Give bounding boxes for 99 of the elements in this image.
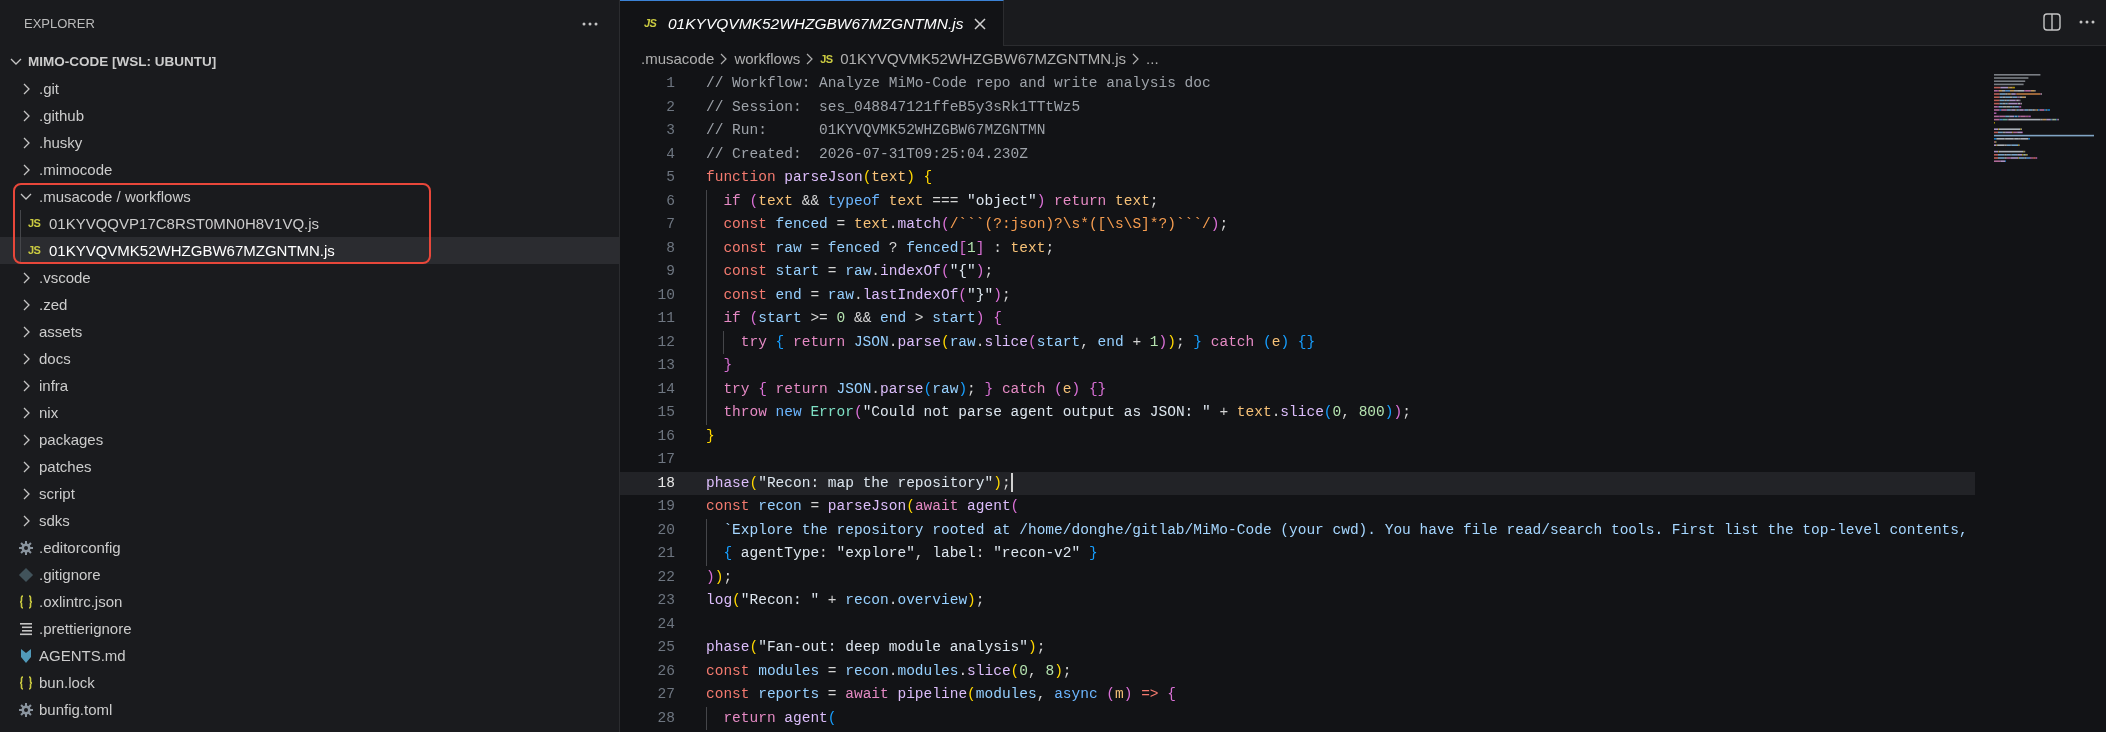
text-cursor <box>1010 473 1013 493</box>
line-number: 7 <box>665 215 675 234</box>
folder-row[interactable]: docs <box>0 345 619 372</box>
line-number: 28 <box>656 708 675 728</box>
line-number: 4 <box>665 144 675 164</box>
breadcrumb-item[interactable]: .musacode <box>641 47 715 71</box>
line-number: 23 <box>656 591 675 610</box>
file-row[interactable]: bunfig.toml <box>0 696 619 723</box>
folder-row[interactable]: patches <box>0 453 619 480</box>
line-number: 10 <box>656 285 675 305</box>
more-icon[interactable] <box>2078 19 2096 25</box>
code-line: const fenced = text.match(/```(?:json)?\s*([\s\S]*?)```/); <box>675 213 1229 237</box>
folder-row[interactable]: .vscode <box>0 264 619 291</box>
line-number: 25 <box>656 638 675 657</box>
code-line: } <box>705 426 715 446</box>
line-number: 5 <box>665 168 675 187</box>
line-number: 16 <box>656 426 675 446</box>
folder-row[interactable]: .husky <box>0 129 619 156</box>
js-file-icon: JS <box>820 50 837 68</box>
line-number: 22 <box>656 567 675 587</box>
breadcrumb-item[interactable]: workflows <box>734 47 801 71</box>
code-line: return agent( <box>675 706 837 730</box>
line-number: 24 <box>656 614 675 634</box>
code-line: function parseJson(text) { <box>705 168 933 187</box>
code-line: phase("Fan-out: deep module analysis"); <box>705 638 1046 657</box>
js-file-icon: JS <box>28 242 44 259</box>
line-number: 3 <box>665 121 675 140</box>
more-icon[interactable] <box>581 21 599 27</box>
folder-row[interactable]: .mimocode <box>0 156 619 183</box>
down-arrow-icon <box>18 647 34 664</box>
line-number: 21 <box>656 544 675 563</box>
code-line: // Workflow: Analyze MiMo-Code repo and write analysis doc <box>705 74 1211 93</box>
code-line: )); <box>705 567 733 587</box>
code-line: log("Recon: " + recon.overview); <box>705 591 985 610</box>
folder-row[interactable]: infra <box>0 372 619 399</box>
braces-icon <box>18 674 34 691</box>
folder-row[interactable]: sdks <box>0 507 619 534</box>
line-number: 27 <box>656 685 675 704</box>
breadcrumb-item[interactable]: ... <box>1146 47 1159 71</box>
file-row[interactable]: AGENTS.md <box>0 642 619 669</box>
folder-row[interactable]: MIMO-CODE [WSL: UBUNTU] <box>0 48 619 75</box>
code-line: if (text && typeof text === "object") return text; <box>675 189 1159 213</box>
file-row[interactable]: bun.lock <box>0 669 619 696</box>
line-number: 19 <box>656 497 675 516</box>
line-number: 8 <box>665 238 675 258</box>
folder-row[interactable]: nix <box>0 399 619 426</box>
code-line: if (start >= 0 && end > start) { <box>675 307 1002 331</box>
file-row[interactable]: JS 01KYVQVMK52WHZGBW67MZGNTMN.js <box>0 237 619 264</box>
code-line: const end = raw.lastIndexOf("}"); <box>675 283 1011 307</box>
line-number: 12 <box>656 332 675 352</box>
file-row[interactable]: .prettierignore <box>0 615 619 642</box>
line-number: 15 <box>656 403 675 422</box>
code-line: } <box>675 354 733 378</box>
editor-tab[interactable]: JS 01KYVQVMK52WHZGBW67MZGNTMN.js <box>620 0 1005 46</box>
file-row[interactable]: JS 01KYVQQVP17C8RST0MN0H8V1VQ.js <box>0 210 619 237</box>
split-editor-icon[interactable] <box>2042 12 2062 32</box>
code-line: // Run: 01KYVQVMK52WHZGBW67MZGNTMN <box>705 121 1046 140</box>
folder-row[interactable]: script <box>0 480 619 507</box>
line-number: 9 <box>665 262 675 281</box>
line-number: 18 <box>656 473 675 493</box>
code-line: const reports = await pipeline(modules, async (m) => { <box>705 685 1176 704</box>
line-number: 17 <box>656 450 675 469</box>
braces-icon <box>18 593 34 610</box>
code-line: const recon = parseJson(await agent( <box>705 497 1020 516</box>
code-line: throw new Error("Could not parse agent output as JSON: " + text.slice(0, 800)); <box>675 401 1411 425</box>
line-number: 2 <box>665 97 675 117</box>
code-line: const start = raw.indexOf("{"); <box>675 260 994 284</box>
gear-icon <box>18 701 34 718</box>
code-line: // Session: ses_048847121ffeB5y3sRk1TTtWz5 <box>705 97 1081 117</box>
folder-row[interactable]: packages <box>0 426 619 453</box>
folder-row[interactable]: .zed <box>0 291 619 318</box>
breadcrumb-item[interactable]: 01KYVQVMK52WHZGBW67MZGNTMN.js <box>840 47 1127 71</box>
line-number: 20 <box>656 520 675 540</box>
code-line: { agentType: "explore", label: "recon-v2" } <box>675 542 1098 566</box>
folder-row[interactable]: .git <box>0 75 619 102</box>
line-number: 14 <box>656 379 675 399</box>
gear-icon <box>18 539 34 556</box>
code-line: // Created: 2026-07-31T09:25:04.230Z <box>705 144 1028 164</box>
folder-row[interactable]: assets <box>0 318 619 345</box>
code-line: try { return JSON.parse(raw); } catch (e) {} <box>675 377 1107 401</box>
line-number: 26 <box>656 661 675 681</box>
file-row[interactable]: .editorconfig <box>0 534 619 561</box>
line-number: 13 <box>656 356 675 375</box>
code-line: const raw = fenced ? fenced[1] : text; <box>675 236 1055 260</box>
file-row[interactable]: .gitignore <box>0 561 619 588</box>
folder-row[interactable]: .musacode / workflows <box>0 183 619 210</box>
file-row[interactable]: .oxlintrc.json <box>0 588 619 615</box>
line-number: 1 <box>665 74 675 93</box>
panel-title: EXPLORER <box>24 15 95 34</box>
code-line: const modules = recon.modules.slice(0, 8); <box>705 661 1072 681</box>
line-number: 6 <box>665 191 675 211</box>
code-line: phase("Recon: map the repository"); <box>705 472 1013 495</box>
lines-icon <box>18 620 34 637</box>
code-line: `Explore the repository rooted at /home/donghe/gitlab/MiMo-Code (your cwd). You have file read/search tools. First list the top-level contents, <box>675 518 1968 542</box>
js-file-icon: JS <box>28 215 44 232</box>
code-line: try { return JSON.parse(raw.slice(start, end + 1)); } catch (e) {} <box>675 330 1316 354</box>
folder-row[interactable]: .github <box>0 102 619 129</box>
js-file-icon: JS <box>644 15 660 32</box>
line-number: 11 <box>656 309 675 328</box>
